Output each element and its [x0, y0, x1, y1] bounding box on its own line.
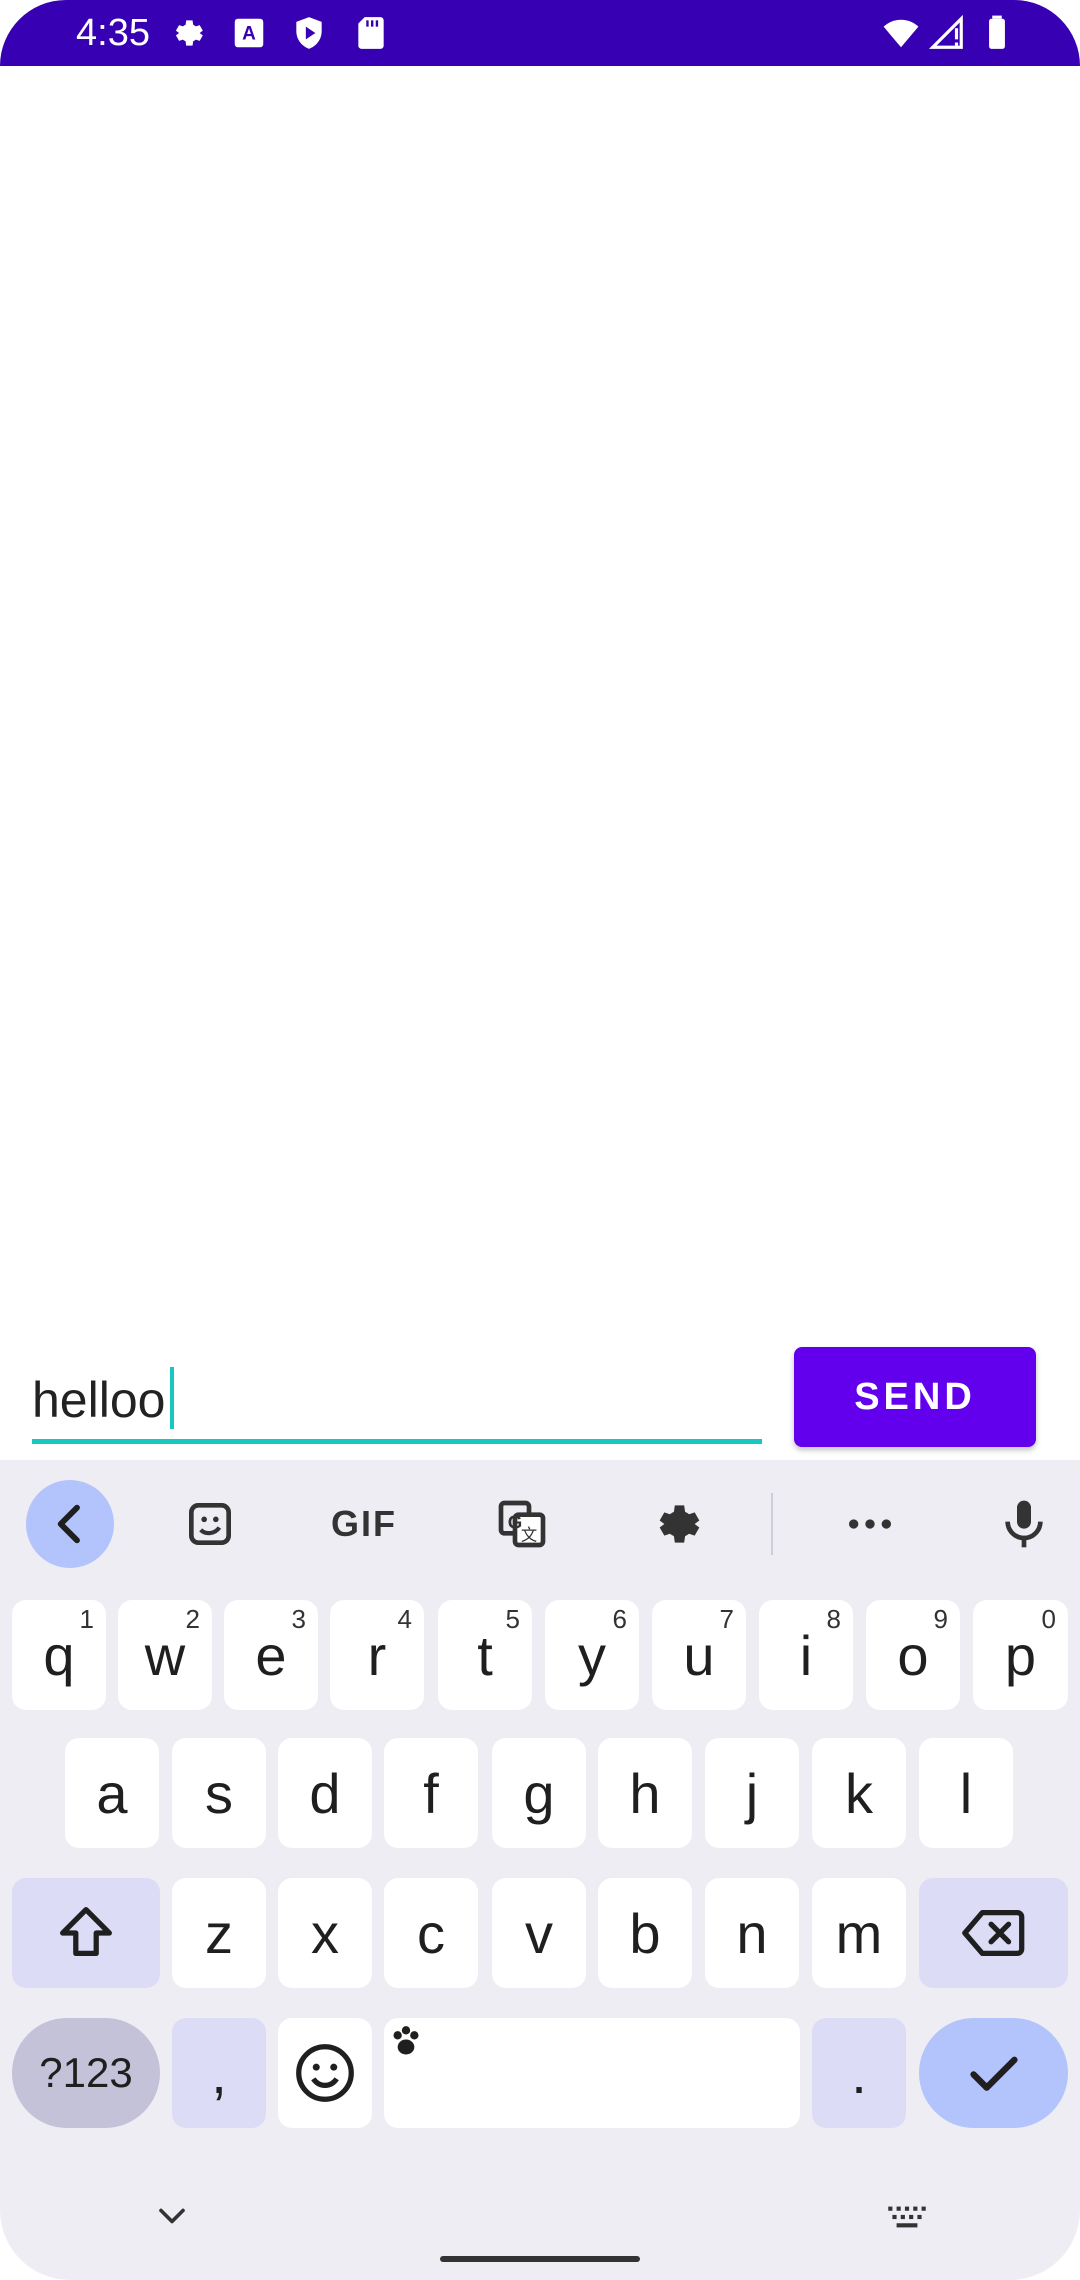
settings-status-icon: [168, 14, 206, 52]
key-k[interactable]: k: [812, 1738, 906, 1848]
key-q[interactable]: q1: [12, 1600, 106, 1710]
shield-status-icon: [290, 14, 328, 52]
key-r[interactable]: r4: [330, 1600, 424, 1710]
app-content: [0, 66, 1080, 1460]
shift-key[interactable]: [12, 1878, 160, 1988]
translate-icon[interactable]: G文: [478, 1480, 566, 1568]
sd-card-status-icon: [352, 14, 390, 52]
svg-text:A: A: [242, 23, 256, 44]
send-button[interactable]: SEND: [794, 1347, 1036, 1447]
key-s[interactable]: s: [172, 1738, 266, 1848]
emoji-icon: [296, 2044, 354, 2102]
key-x[interactable]: x: [278, 1878, 372, 1988]
more-icon[interactable]: [826, 1480, 914, 1568]
settings-icon[interactable]: [632, 1480, 720, 1568]
key-m[interactable]: m: [812, 1878, 906, 1988]
key-u[interactable]: u7: [652, 1600, 746, 1710]
signal-status-icon: [928, 14, 966, 52]
emoji-key[interactable]: [278, 2018, 372, 2128]
comma-key[interactable]: ,: [172, 2018, 266, 2128]
text-cursor: [170, 1367, 174, 1429]
battery-status-icon: [978, 14, 1016, 52]
key-y[interactable]: y6: [545, 1600, 639, 1710]
checkmark-icon: [969, 2056, 1018, 2091]
key-a[interactable]: a: [65, 1738, 159, 1848]
gif-label: GIF: [331, 1503, 397, 1544]
period-key[interactable]: .: [812, 2018, 906, 2128]
key-d[interactable]: d: [278, 1738, 372, 1848]
message-input[interactable]: [32, 1360, 762, 1444]
gif-button[interactable]: GIF: [320, 1480, 408, 1568]
key-f[interactable]: f: [384, 1738, 478, 1848]
key-p[interactable]: p0: [973, 1600, 1068, 1710]
key-h[interactable]: h: [598, 1738, 692, 1848]
backspace-key[interactable]: [919, 1878, 1068, 1988]
space-key[interactable]: [384, 2018, 800, 2128]
key-j[interactable]: j: [705, 1738, 799, 1848]
key-o[interactable]: o9: [866, 1600, 960, 1710]
backspace-icon: [961, 1909, 1024, 1957]
key-z[interactable]: z: [172, 1878, 266, 1988]
svg-text:文: 文: [521, 1526, 537, 1544]
key-w[interactable]: w2: [118, 1600, 212, 1710]
key-v[interactable]: v: [492, 1878, 586, 1988]
key-i[interactable]: i8: [759, 1600, 853, 1710]
key-g[interactable]: g: [492, 1738, 586, 1848]
key-b[interactable]: b: [598, 1878, 692, 1988]
key-c[interactable]: c: [384, 1878, 478, 1988]
key-n[interactable]: n: [705, 1878, 799, 1988]
microphone-icon[interactable]: [980, 1480, 1068, 1568]
text-status-icon: A: [230, 14, 268, 52]
hide-keyboard-icon[interactable]: [150, 2194, 194, 2238]
soft-keyboard: [0, 1460, 1080, 2280]
symbols-key[interactable]: ?123: [12, 2018, 160, 2128]
status-bar: 4:35 A: [0, 0, 1080, 66]
paw-icon: [393, 2026, 419, 2055]
wifi-status-icon: [882, 14, 920, 52]
key-e[interactable]: e3: [224, 1600, 318, 1710]
home-indicator[interactable]: [440, 2256, 640, 2262]
sticker-icon[interactable]: [166, 1480, 254, 1568]
enter-key[interactable]: [919, 2018, 1068, 2128]
key-l[interactable]: l: [919, 1738, 1013, 1848]
shift-icon: [60, 1907, 112, 1957]
toolbar-divider: [771, 1493, 773, 1555]
keyboard-switch-icon[interactable]: [882, 2192, 932, 2242]
key-t[interactable]: t5: [438, 1600, 532, 1710]
back-icon[interactable]: [26, 1480, 114, 1568]
status-time: 4:35: [76, 12, 150, 54]
